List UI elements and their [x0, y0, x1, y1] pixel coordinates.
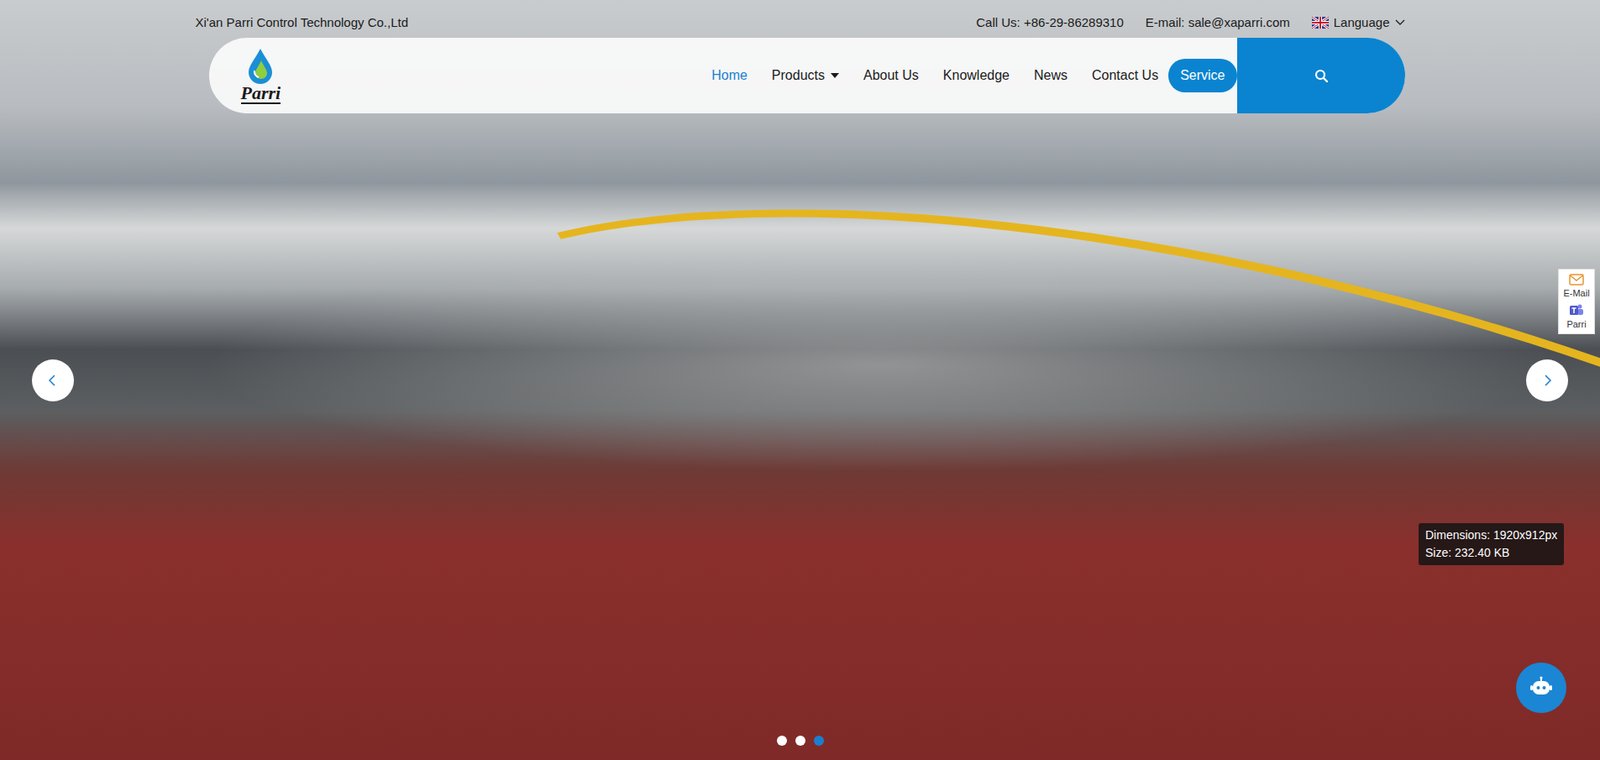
nav-bar: Parri Home Products About Us Knowledge News Co…: [209, 37, 1406, 114]
menu-item[interactable]: Contact Us: [1091, 68, 1159, 84]
main-menu: Home Products About Us Knowledge News Contact…: [711, 68, 1159, 84]
side-contact-item[interactable]: Parri: [1566, 303, 1586, 330]
menu-item[interactable]: Knowledge: [943, 68, 1010, 84]
menu-label: Home: [711, 68, 748, 84]
hero-photo: [0, 0, 1600, 760]
side-contact-label: E-Mail: [1563, 288, 1590, 299]
carousel-dots: [0, 735, 1600, 746]
next-slide-button[interactable]: [1526, 359, 1569, 402]
droplet-icon: [243, 47, 278, 84]
menu-item[interactable]: News: [1033, 68, 1068, 84]
email-text[interactable]: E-mail: sale@xaparri.com: [1145, 15, 1291, 30]
logo-text: Parri: [241, 83, 282, 105]
carousel-dot[interactable]: [776, 735, 787, 746]
envelope-icon: [1568, 273, 1585, 286]
language-selector[interactable]: Language: [1311, 15, 1406, 30]
header: Xi'an Parri Control Technology Co.,Ltd Ca…: [0, 0, 1600, 114]
image-size: Size: 232.40 KB: [1425, 544, 1558, 562]
chat-button[interactable]: [1516, 662, 1567, 714]
carousel-dot[interactable]: [813, 735, 824, 746]
service-button[interactable]: Service: [1168, 58, 1237, 93]
menu-label: About Us: [863, 68, 919, 84]
search-button[interactable]: [1237, 37, 1406, 114]
phone-text[interactable]: Call Us: +86-29-86289310: [975, 15, 1124, 30]
contact-group: Call Us: +86-29-86289310 E-mail: sale@xap…: [975, 15, 1405, 30]
menu-label: News: [1033, 68, 1068, 84]
image-info-tooltip: Dimensions: 1920x912pxSize: 232.40 KB: [1418, 523, 1564, 566]
caret-down-icon: [830, 73, 840, 79]
teams-icon: [1568, 303, 1585, 317]
menu-label: Contact Us: [1091, 68, 1159, 84]
search-icon: [1314, 68, 1328, 83]
menu-item[interactable]: About Us: [863, 68, 919, 84]
side-contact-widget: E-Mail Parri: [1558, 268, 1595, 335]
floor-stripe: [307, 60, 1600, 760]
robot-chat-icon: [1528, 676, 1554, 700]
company-name: Xi'an Parri Control Technology Co.,Ltd: [195, 15, 410, 30]
menu-item[interactable]: Home: [711, 68, 748, 84]
previous-slide-button[interactable]: [31, 359, 74, 402]
logo[interactable]: Parri: [241, 47, 282, 105]
chevron-left-icon: [47, 373, 59, 388]
menu-label: Products: [771, 68, 825, 84]
menu-item[interactable]: Products: [771, 68, 840, 84]
side-contact-item[interactable]: E-Mail: [1563, 273, 1590, 299]
home-page: Xi'an Parri Control Technology Co.,Ltd Ca…: [0, 0, 1600, 760]
top-bar: Xi'an Parri Control Technology Co.,Ltd Ca…: [195, 0, 1406, 38]
image-dimensions: Dimensions: 1920x912px: [1425, 526, 1558, 545]
uk-flag-icon: [1311, 16, 1329, 29]
menu-label: Knowledge: [943, 68, 1010, 84]
language-label: Language: [1333, 15, 1391, 30]
chevron-down-icon: [1395, 19, 1406, 27]
chevron-right-icon: [1541, 373, 1553, 388]
carousel-dot[interactable]: [795, 735, 806, 746]
side-contact-label: Parri: [1566, 319, 1586, 330]
